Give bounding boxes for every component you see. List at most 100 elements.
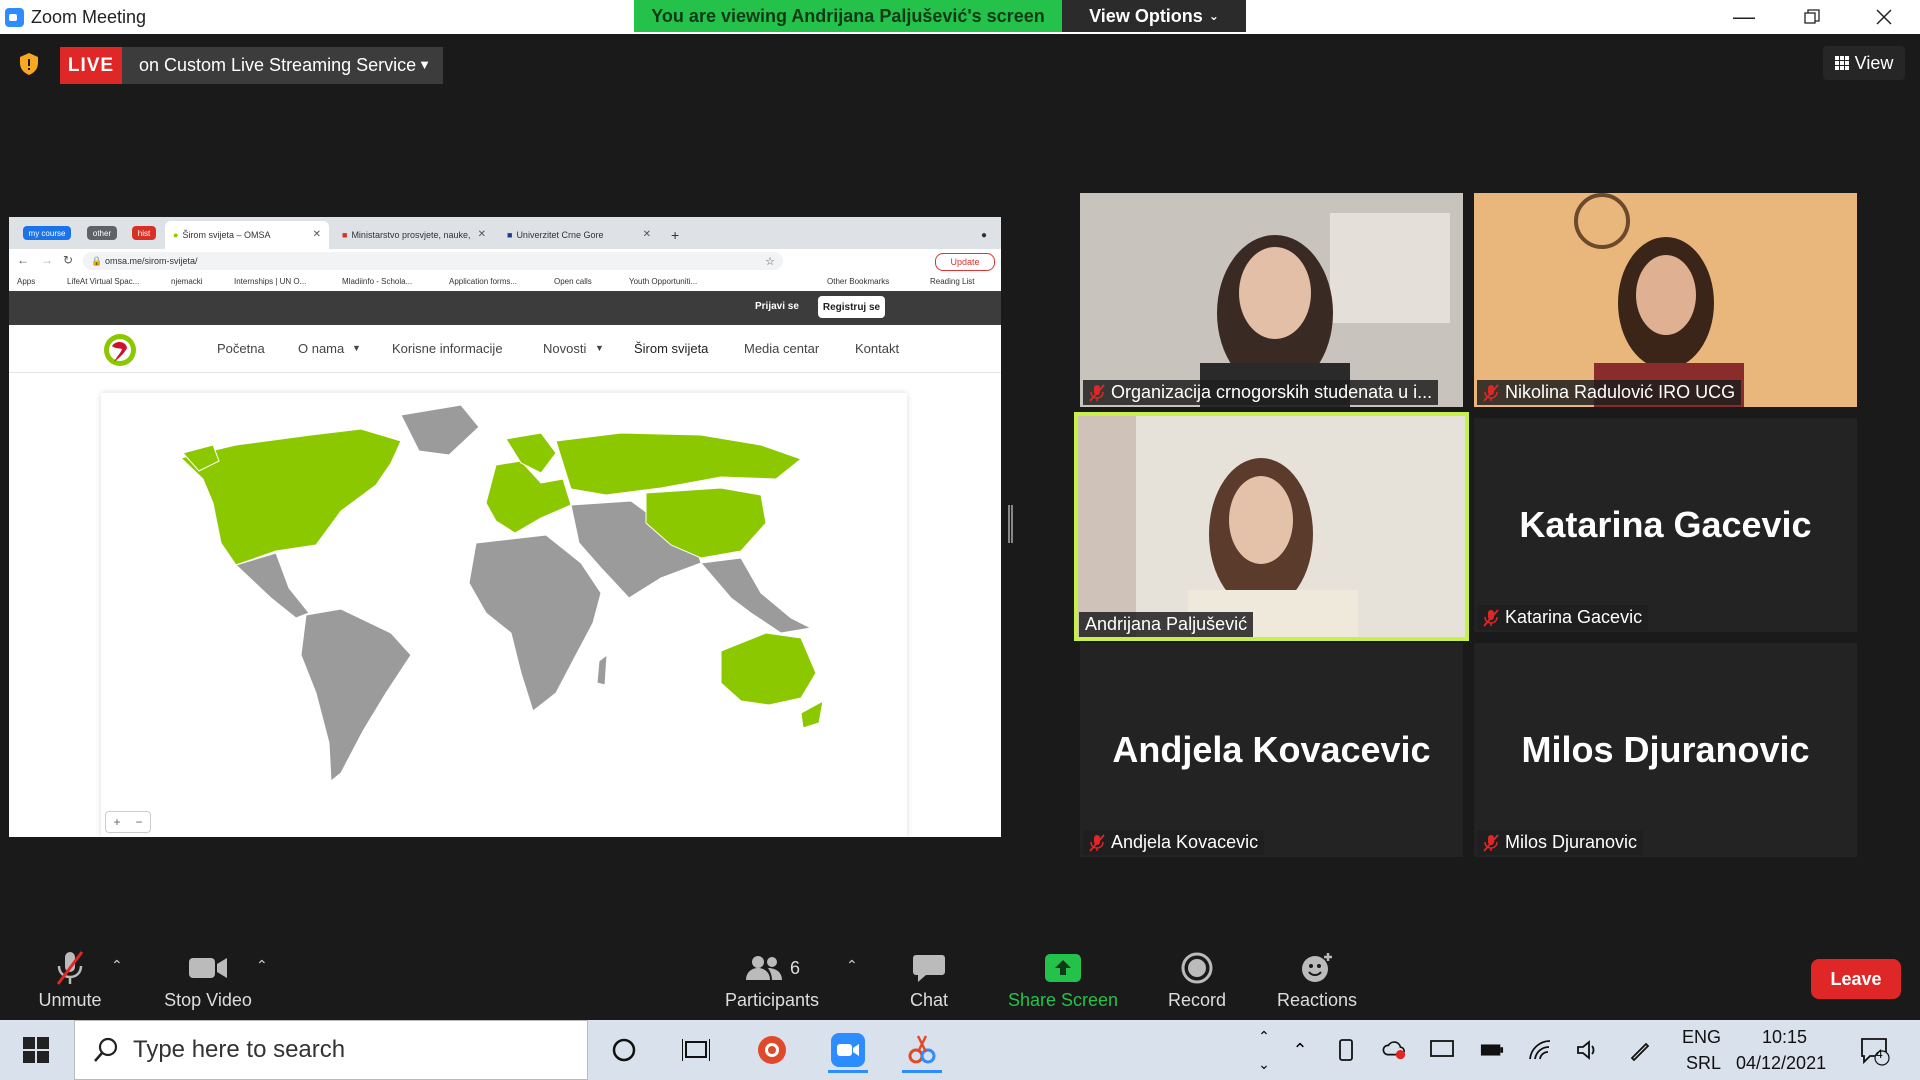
participants-options-caret-icon[interactable]: ⌃ — [846, 957, 858, 974]
browser-tab-ucg[interactable]: ■ Univerzitet Crne Gore ✕ — [499, 221, 659, 249]
tray-phone-icon[interactable] — [1336, 1038, 1360, 1062]
tray-overflow-icon[interactable]: ⌃ — [1288, 1038, 1312, 1062]
url-field[interactable]: 🔒 omsa.me/sirom-svijeta/ ☆ — [83, 252, 783, 270]
unmute-label: Unmute — [38, 990, 102, 1010]
zoom-in-icon[interactable]: + — [113, 815, 120, 829]
nav-kontakt[interactable]: Kontakt — [855, 341, 899, 356]
participant-tile[interactable]: Katarina Gacevic Katarina Gacevic — [1474, 418, 1857, 632]
bookmark-youth[interactable]: Youth Opportuniti... — [629, 277, 697, 286]
map-region-africa[interactable] — [468, 534, 602, 712]
zoom-out-icon[interactable]: − — [135, 815, 142, 829]
live-service-dropdown[interactable]: on Custom Live Streaming Service ▼ — [122, 47, 443, 84]
tab-group-other[interactable]: other — [87, 226, 117, 240]
browser-tab-ministarstvo[interactable]: ■ Ministarstvo prosvjete, nauke, ✕ — [334, 221, 494, 249]
unmute-button[interactable]: Unmute — [30, 935, 110, 1020]
browser-tab-omsa[interactable]: ● Širom svijeta – OMSA ✕ — [165, 221, 329, 249]
participants-button[interactable]: 6 Participants — [722, 935, 822, 1020]
participant-tile[interactable]: Andjela Kovacevic Andjela Kovacevic — [1080, 643, 1463, 857]
reload-icon[interactable]: ↻ — [63, 253, 73, 267]
map-region-russia[interactable] — [555, 432, 803, 496]
participant-tile[interactable]: Milos Djuranovic Milos Djuranovic — [1474, 643, 1857, 857]
bookmark-application-forms[interactable]: Application forms... — [449, 277, 517, 286]
view-options-button[interactable]: View Options ⌄ — [1062, 0, 1246, 32]
star-icon[interactable]: ☆ — [765, 255, 775, 268]
windows-start-icon[interactable] — [16, 1030, 56, 1070]
leave-button[interactable]: Leave — [1811, 959, 1901, 999]
close-button[interactable] — [1850, 0, 1918, 34]
map-region-mexico[interactable] — [235, 552, 310, 619]
browser-update-button[interactable]: Update — [935, 253, 995, 271]
app-circle-icon[interactable] — [752, 1030, 792, 1070]
nav-sirom-svijeta[interactable]: Širom svijeta — [634, 341, 708, 356]
participant-tile[interactable]: Nikolina Radulović IRO UCG — [1474, 193, 1857, 407]
tray-language-2[interactable]: SRL — [1686, 1053, 1721, 1074]
tray-cloud-error-icon[interactable] — [1382, 1038, 1406, 1062]
bookmark-lifeat[interactable]: LifeAt Virtual Spac... — [67, 277, 139, 286]
map-region-madagascar[interactable] — [596, 653, 608, 686]
minimize-button[interactable]: — — [1710, 0, 1778, 34]
reactions-button[interactable]: Reactions — [1271, 935, 1363, 1020]
tray-display-icon[interactable] — [1430, 1038, 1454, 1062]
map-region-south-america[interactable] — [300, 608, 412, 782]
new-tab-button[interactable]: + — [663, 221, 687, 249]
zoom-taskbar-icon[interactable] — [828, 1030, 868, 1073]
nav-media-centar[interactable]: Media centar — [744, 341, 819, 356]
nav-o-nama[interactable]: O nama — [298, 341, 344, 356]
bookmark-open-calls[interactable]: Open calls — [554, 277, 592, 286]
stop-video-button[interactable]: Stop Video — [160, 935, 256, 1020]
split-divider-handle[interactable] — [1008, 505, 1013, 543]
world-map[interactable] — [101, 393, 907, 837]
register-button[interactable]: Registruj se — [818, 296, 885, 318]
task-view-icon[interactable] — [676, 1030, 716, 1070]
map-region-se-asia[interactable] — [700, 557, 813, 634]
nav-novosti[interactable]: Novosti — [543, 341, 586, 356]
cortana-icon[interactable] — [604, 1030, 644, 1070]
taskbar-search-input[interactable]: Type here to search — [74, 1020, 588, 1080]
participant-tile[interactable]: Organizacija crnogorskih studenata u i..… — [1080, 193, 1463, 407]
participant-tile-active-speaker[interactable]: Andrijana Paljušević — [1074, 412, 1469, 641]
login-link[interactable]: Prijavi se — [755, 301, 799, 312]
close-tab-icon[interactable]: ✕ — [643, 229, 651, 240]
back-icon[interactable]: ← — [17, 253, 29, 267]
notifications-icon[interactable]: 4 — [1858, 1034, 1892, 1068]
bookmark-internships[interactable]: Internships | UN O... — [234, 277, 306, 286]
record-label: Record — [1167, 990, 1227, 1010]
audio-options-caret-icon[interactable]: ⌃ — [111, 957, 123, 974]
map-region-europe[interactable] — [485, 460, 572, 534]
close-tab-icon[interactable]: ✕ — [313, 229, 321, 240]
restore-button[interactable] — [1778, 0, 1846, 34]
security-shield-icon[interactable] — [18, 52, 40, 76]
tray-volume-icon[interactable] — [1576, 1038, 1600, 1062]
tray-pen-icon[interactable] — [1628, 1038, 1652, 1062]
chat-button[interactable]: Chat — [899, 935, 959, 1020]
close-tab-icon[interactable]: ✕ — [478, 229, 486, 240]
bookmark-njemacki[interactable]: njemacki — [171, 277, 203, 286]
bookmark-apps[interactable]: Apps — [17, 277, 35, 286]
map-region-greenland[interactable] — [400, 404, 480, 456]
share-screen-button[interactable]: Share Screen — [1006, 935, 1120, 1020]
tray-battery-icon[interactable] — [1480, 1038, 1504, 1062]
shared-screen[interactable]: my course other hist ● Širom svijeta – O… — [9, 217, 1001, 837]
video-options-caret-icon[interactable]: ⌃ — [256, 957, 268, 974]
tab-group-hist[interactable]: hist — [132, 226, 156, 240]
nav-korisne-informacije[interactable]: Korisne informacije — [392, 341, 503, 356]
browser-menu-icon[interactable]: ● — [973, 221, 997, 249]
tray-scroll-down-icon[interactable]: ⌄ — [1252, 1052, 1276, 1076]
bookmark-mladiinfo[interactable]: Mladiinfo - Schola... — [342, 277, 412, 286]
clock-time[interactable]: 10:15 — [1762, 1027, 1807, 1048]
map-zoom-control[interactable]: + − — [105, 811, 151, 833]
bookmark-reading-list[interactable]: Reading List — [930, 277, 974, 286]
map-region-new-zealand[interactable] — [800, 700, 824, 729]
nav-pocetna[interactable]: Početna — [217, 341, 265, 356]
view-layout-button[interactable]: View — [1823, 46, 1905, 80]
tray-scroll-up-icon[interactable]: ⌃ — [1252, 1024, 1276, 1048]
snipping-tool-icon[interactable] — [902, 1030, 942, 1073]
forward-icon[interactable]: → — [41, 253, 53, 267]
record-button[interactable]: Record — [1162, 935, 1232, 1020]
tray-wifi-icon[interactable] — [1528, 1038, 1552, 1062]
bookmark-other[interactable]: Other Bookmarks — [827, 277, 889, 286]
clock-date[interactable]: 04/12/2021 — [1736, 1053, 1826, 1074]
map-region-australia[interactable] — [720, 632, 817, 706]
tab-group-my-course[interactable]: my course — [23, 226, 71, 240]
tray-language-1[interactable]: ENG — [1682, 1027, 1721, 1048]
